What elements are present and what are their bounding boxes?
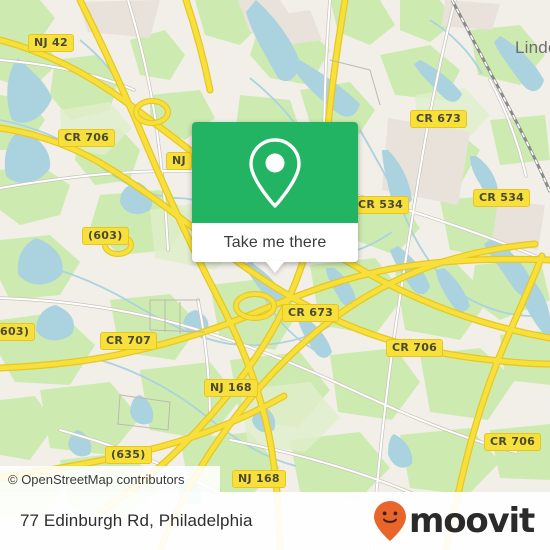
shield-cr-673-ne: CR 673 — [410, 110, 468, 128]
map-screenshot: NJ 42 CR 706 CR 673 NJ CR 534 CR 534 (603) CR 6… — [0, 0, 550, 550]
shield-cr-534-e: CR 534 — [473, 189, 531, 207]
moovit-smiley-pin-icon — [373, 501, 406, 541]
lindenwold-label: Linde — [515, 38, 550, 57]
shield-cr-673-mid: CR 673 — [282, 304, 340, 322]
shield-cr-707: CR 707 — [100, 332, 158, 350]
shield-nj-168-top: NJ — [166, 152, 192, 170]
footer-bar: 77 Edinburgh Rd, Philadelphia moovit — [0, 492, 550, 550]
take-me-there-label: Take me there — [223, 233, 327, 251]
shield-603: (603) — [82, 227, 129, 245]
callout-header — [192, 122, 358, 223]
moovit-wordmark: moovit — [408, 501, 535, 541]
shield-nj-42: NJ 42 — [28, 34, 74, 52]
moovit-logo[interactable]: moovit — [373, 500, 535, 542]
osm-attribution-text: © OpenStreetMap contributors — [8, 471, 185, 487]
shield-nj-168-mid: NJ 168 — [204, 379, 258, 397]
callout-action-row[interactable]: Take me there — [192, 223, 358, 262]
shield-635: (635) — [105, 446, 152, 464]
location-pin-icon — [249, 137, 301, 208]
shield-cr-534-w: CR 534 — [352, 196, 410, 214]
destination-callout-card[interactable]: Take me there — [192, 122, 358, 273]
shield-cr-706-se: CR 706 — [484, 433, 542, 451]
address-label: 77 Edinburgh Rd, Philadelphia — [20, 511, 253, 530]
shield-cr-706-nw: CR 706 — [58, 129, 116, 147]
shield-603-edge: 603) — [0, 323, 36, 341]
shield-cr-706-mid: CR 706 — [386, 339, 444, 357]
osm-attribution[interactable]: © OpenStreetMap contributors — [0, 466, 220, 492]
shield-nj-168-bot: NJ 168 — [232, 470, 286, 488]
callout-pointer-tail — [265, 261, 285, 273]
